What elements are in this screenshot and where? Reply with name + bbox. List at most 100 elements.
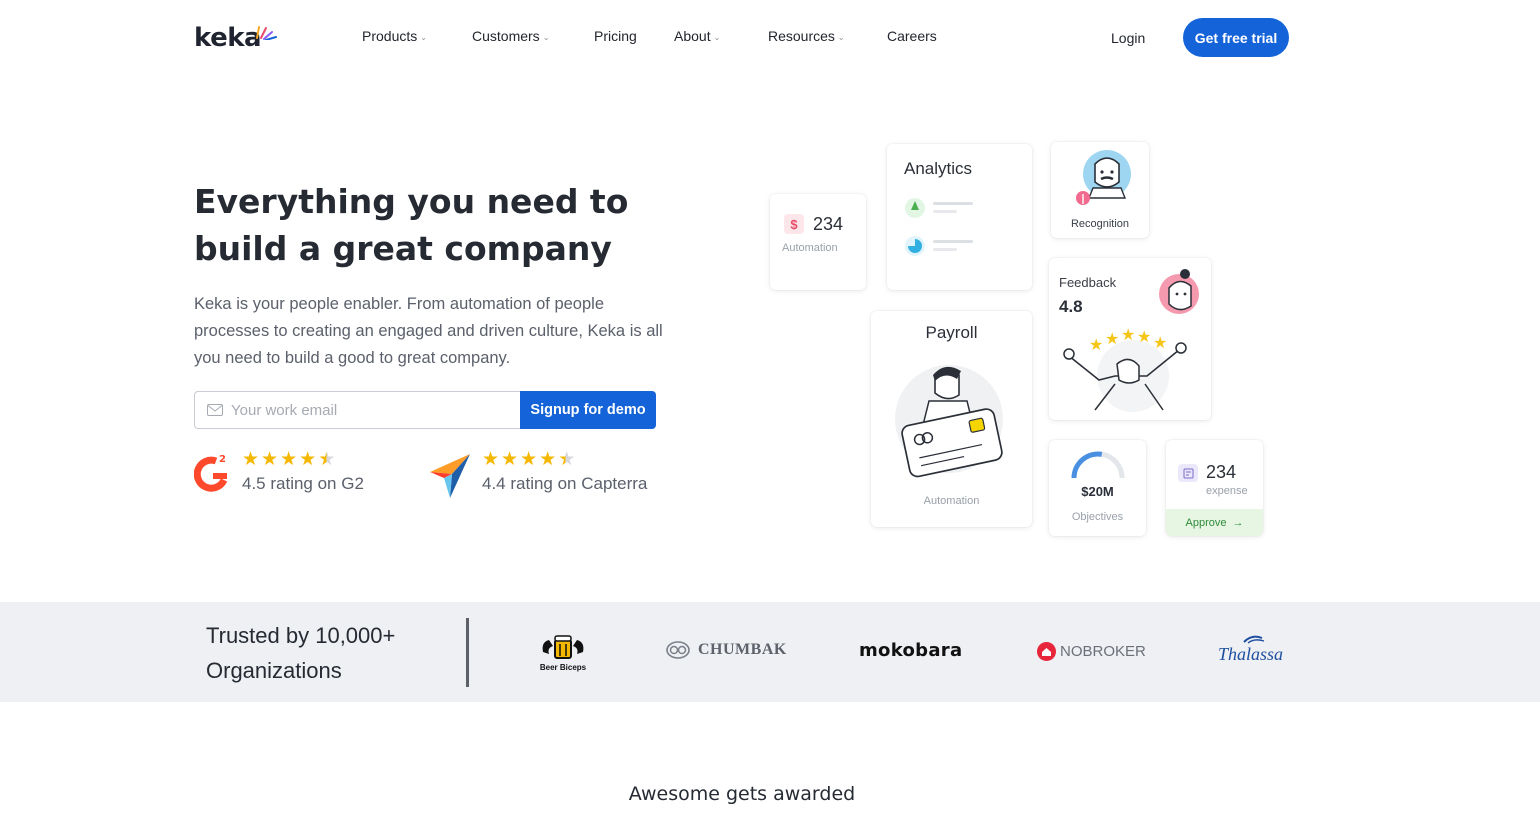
- nav-resources-label: Resources: [768, 28, 835, 44]
- approve-label: Approve: [1185, 516, 1227, 529]
- recognition-label: Recognition: [1070, 218, 1130, 230]
- band-divider: [466, 618, 469, 687]
- svg-text:★: ★: [1105, 331, 1119, 348]
- nav-about[interactable]: About ⌄: [674, 28, 720, 44]
- signup-for-demo-button[interactable]: Signup for demo: [520, 391, 656, 429]
- expense-value: 234: [1206, 462, 1237, 482]
- nobroker-icon: [1037, 642, 1056, 661]
- automation-label: Automation: [782, 242, 838, 254]
- expense-card: 234 expense Approve →: [1166, 440, 1263, 536]
- nav-careers-label: Careers: [887, 28, 937, 44]
- logo-rays-icon: [256, 26, 278, 40]
- hero-title: Everything you need to build a great com…: [194, 178, 714, 272]
- receipt-icon: [1178, 464, 1198, 482]
- nav-resources[interactable]: Resources ⌄: [768, 28, 845, 44]
- arrow-right-icon: →: [1232, 516, 1244, 529]
- g2-logo-icon: 2: [194, 454, 228, 492]
- star-icon: ★: [242, 449, 260, 470]
- beer-biceps-text: Beer Biceps: [539, 663, 587, 672]
- keka-logo[interactable]: keka: [194, 22, 278, 54]
- logo-chumbak: CHUMBAK: [666, 641, 787, 659]
- payroll-card-illustration: [895, 365, 1003, 478]
- objectives-label: Objectives: [1071, 511, 1124, 523]
- feedback-title: Feedback: [1059, 275, 1117, 290]
- hero-title-line2: build a great company: [194, 229, 612, 268]
- analytics-card: Analytics: [887, 144, 1032, 290]
- trusted-heading: Trusted by 10,000+ Organizations: [206, 618, 395, 688]
- top-navigation: keka Products ⌄ Customers ⌄ Pricing About ⌄…: [0, 0, 1540, 76]
- logo-mokobara: mokobara: [859, 640, 962, 661]
- half-star-icon: ★: [558, 449, 576, 470]
- payroll-label: Automation: [923, 495, 980, 507]
- login-link[interactable]: Login: [1111, 30, 1145, 46]
- nav-careers[interactable]: Careers: [887, 28, 937, 44]
- mokobara-text: mokobara: [859, 640, 963, 661]
- nav-products-label: Products: [362, 28, 418, 44]
- email-input[interactable]: [231, 401, 511, 419]
- svg-text:★: ★: [1121, 328, 1135, 344]
- capterra-rating-text: 4.4 rating on Capterra: [482, 474, 648, 493]
- expense-label: expense: [1206, 485, 1248, 497]
- logo-wordmark: keka: [194, 23, 262, 53]
- thalassa-text: Thalassa: [1218, 644, 1284, 664]
- nav-customers-label: Customers: [472, 28, 540, 44]
- chevron-down-icon: ⌄: [420, 32, 427, 42]
- star-icon: ★: [501, 449, 519, 470]
- chevron-down-icon: ⌄: [837, 32, 845, 42]
- awarded-heading-text: Awesome gets awarded: [628, 783, 856, 805]
- nobroker-text: NOBROKER: [1060, 643, 1146, 660]
- mail-icon: [207, 404, 223, 416]
- svg-text:★: ★: [1137, 329, 1151, 346]
- automation-card: $ 234 Automation: [770, 194, 866, 290]
- logo-thalassa: Thalassa: [1218, 634, 1283, 664]
- trusted-line2: Organizations: [206, 658, 342, 683]
- hero-title-line1: Everything you need to: [194, 182, 629, 221]
- payroll-card: Payroll Automation: [871, 311, 1032, 527]
- chumbak-owl-icon: [666, 641, 690, 659]
- star-icon: ★: [280, 449, 298, 470]
- payroll-title: Payroll: [925, 323, 978, 342]
- nav-about-label: About: [674, 28, 711, 44]
- star-icon: ★: [482, 449, 500, 470]
- chevron-down-icon: ⌄: [542, 32, 550, 42]
- objectives-gauge: [1071, 451, 1125, 479]
- thalassa-wave-icon: [1242, 635, 1264, 644]
- get-free-trial-button[interactable]: Get free trial: [1183, 18, 1289, 57]
- nav-pricing[interactable]: Pricing: [594, 28, 637, 44]
- recognition-person-icon: [1076, 150, 1131, 205]
- star-icon: ★: [299, 449, 317, 470]
- analytics-title: Analytics: [904, 159, 973, 178]
- objectives-gauge-fill: [1071, 451, 1103, 479]
- recognition-card: Recognition: [1051, 142, 1149, 238]
- objectives-card: $20M Objectives: [1049, 440, 1146, 536]
- automation-value: 234: [813, 214, 844, 234]
- chevron-down-icon: ⌄: [713, 32, 721, 42]
- capterra-rating[interactable]: ★ ★ ★ ★ ★ 4.4 rating on Capterra: [430, 450, 647, 498]
- g2-rating[interactable]: 2 ★ ★ ★ ★ ★ 4.5 rating on G2: [194, 450, 364, 494]
- svg-text:2: 2: [219, 454, 226, 465]
- svg-text:★: ★: [1153, 335, 1167, 352]
- feedback-avatar-icon: [1159, 269, 1199, 314]
- beer-biceps-icon: [542, 635, 584, 659]
- star-icon: ★: [520, 449, 538, 470]
- g2-stars: ★ ★ ★ ★ ★: [242, 450, 364, 470]
- nav-customers[interactable]: Customers ⌄: [472, 28, 549, 44]
- chumbak-text: CHUMBAK: [698, 641, 787, 658]
- feedback-card: Feedback 4.8 ★ ★ ★ ★ ★: [1049, 258, 1211, 420]
- nav-products[interactable]: Products ⌄: [362, 28, 427, 44]
- trusted-line1: Trusted by 10,000+: [206, 623, 396, 648]
- nav-pricing-label: Pricing: [594, 28, 637, 44]
- star-icon: ★: [261, 449, 279, 470]
- awarded-heading: Awesome gets awarded: [0, 782, 1540, 806]
- feedback-score: 4.8: [1059, 297, 1083, 316]
- celebration-illustration: ★ ★ ★ ★ ★: [1063, 328, 1187, 412]
- approve-button[interactable]: Approve →: [1166, 509, 1263, 536]
- g2-rating-text: 4.5 rating on G2: [242, 474, 364, 493]
- hero-subtitle: Keka is your people enabler. From automa…: [194, 295, 663, 367]
- half-star-icon: ★: [318, 449, 336, 470]
- star-icon: ★: [539, 449, 557, 470]
- analytics-items-icon: [905, 198, 973, 256]
- email-field-wrapper: [194, 391, 520, 429]
- capterra-logo-icon: [430, 454, 470, 498]
- capterra-stars: ★ ★ ★ ★ ★: [482, 450, 647, 470]
